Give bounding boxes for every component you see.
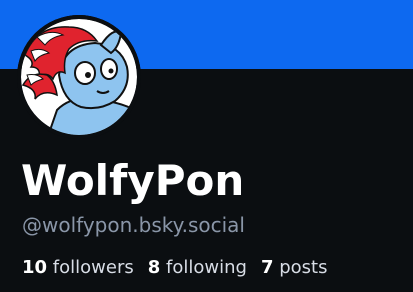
following-count: 8 — [147, 257, 161, 278]
profile-stats: 10 followers 8 following 7 posts — [22, 254, 341, 282]
profile-display-name: WolfyPon — [21, 156, 245, 205]
profile-handle: @wolfypon.bsky.social — [22, 213, 245, 237]
followers-count: 10 — [22, 257, 48, 278]
profile-avatar[interactable] — [17, 15, 141, 139]
following-label: following — [166, 257, 247, 278]
followers-label: followers — [52, 257, 134, 278]
following-link[interactable]: 8 following — [148, 254, 247, 282]
posts-stat: 7 posts — [261, 254, 328, 282]
followers-link[interactable]: 10 followers — [22, 254, 134, 282]
pony-avatar-icon — [17, 15, 141, 139]
posts-count: 7 — [260, 257, 274, 278]
posts-label: posts — [279, 257, 328, 278]
